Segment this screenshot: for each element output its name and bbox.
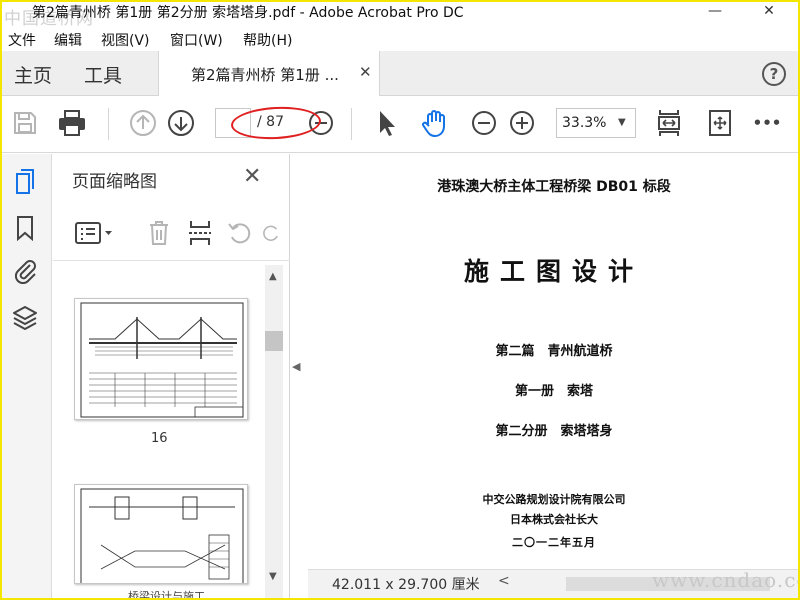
hand-tool-icon[interactable] [420, 108, 450, 138]
more-options-icon[interactable]: ••• [752, 108, 782, 138]
document-main-title: 施工图设计 [463, 257, 644, 286]
print-icon[interactable] [57, 108, 87, 138]
bookmark-icon[interactable] [11, 214, 39, 242]
menu-view[interactable]: 视图(V) [101, 30, 150, 50]
rotate-right-icon[interactable] [261, 218, 281, 248]
tab-bar: 主页 工具 第2篇青州桥 第1册 ... ✕ ? [0, 51, 800, 97]
layers-icon[interactable] [11, 303, 39, 331]
scrollbar-thumb[interactable] [265, 331, 283, 351]
thumbnail-options-icon[interactable] [73, 218, 115, 248]
document-org-2: 日本株式会社长大 [510, 513, 598, 526]
document-part: 第二篇 青州航道桥 [495, 344, 613, 359]
tab-tools[interactable]: 工具 [84, 61, 122, 88]
toolbar-divider [351, 108, 352, 140]
thumbnail-page-number: 16 [151, 431, 168, 446]
scroll-up-icon[interactable]: ▲ [269, 271, 277, 282]
document-subvolume: 第二分册 索塔塔身 [495, 424, 613, 439]
close-panel-icon[interactable]: ✕ [243, 164, 261, 189]
navigation-rail [0, 154, 52, 600]
page-thumbnail[interactable] [74, 484, 248, 584]
fit-width-icon[interactable] [654, 108, 684, 138]
document-view[interactable]: 港珠澳大桥主体工程桥梁 DB01 标段 施工图设计 第二篇 青州航道桥 第一册 … [308, 154, 800, 569]
thumbnails-panel: 页面缩略图 ✕ 16 ▲ ▼ [53, 154, 290, 600]
page-dimensions: 42.011 x 29.700 厘米 [332, 577, 480, 593]
rotate-icon[interactable] [225, 218, 255, 248]
document-org-1: 中交公路规划设计院有限公司 [482, 493, 626, 506]
scroll-down-icon[interactable]: ▼ [269, 571, 277, 582]
cropped-caption: 桥梁设计与施工 [128, 590, 205, 600]
menu-window[interactable]: 窗口(W) [170, 30, 223, 50]
tab-home[interactable]: 主页 [14, 61, 52, 88]
panel-toolbar [53, 206, 290, 258]
menu-file[interactable]: 文件 [8, 30, 36, 50]
attachment-icon[interactable] [11, 257, 39, 285]
zoom-value: 33.3% [562, 115, 607, 131]
document-volume: 第一册 索塔 [514, 384, 593, 399]
document-header: 港珠澳大桥主体工程桥梁 DB01 标段 [437, 179, 671, 195]
panel-title: 页面缩略图 [72, 172, 157, 192]
scroll-left-icon[interactable]: < [498, 573, 510, 589]
previous-page-icon[interactable] [128, 108, 158, 138]
close-tab-icon[interactable]: ✕ [359, 63, 372, 81]
window-title: 第2篇青州桥 第1册 第2分册 索塔塔身.pdf - Adobe Acrobat… [32, 5, 464, 21]
minimize-button[interactable]: — [700, 0, 730, 24]
delete-icon[interactable] [144, 218, 174, 248]
extract-pages-icon[interactable] [185, 218, 215, 248]
page-thumbnail[interactable] [74, 298, 248, 420]
toolbar-divider [108, 108, 109, 140]
next-page-icon[interactable] [166, 108, 196, 138]
close-window-button[interactable]: ✕ [754, 0, 784, 24]
full-screen-icon[interactable] [705, 108, 735, 138]
document-date: 二〇一二年五月 [512, 536, 596, 549]
page-thumbnails-icon[interactable] [11, 168, 39, 196]
menu-help[interactable]: 帮助(H) [243, 30, 292, 50]
site-watermark-url: www.cndao.com [652, 568, 800, 592]
chevron-down-icon: ▼ [618, 117, 626, 128]
title-bar: 中国道桥网 第2篇青州桥 第1册 第2分册 索塔塔身.pdf - Adobe A… [0, 0, 800, 29]
save-icon[interactable] [10, 108, 40, 138]
panel-divider [53, 260, 290, 261]
document-tab-label: 第2篇青州桥 第1册 ... [191, 66, 339, 84]
collapse-panel-icon[interactable]: ◀ [292, 360, 306, 373]
pdf-page: 港珠澳大桥主体工程桥梁 DB01 标段 施工图设计 第二篇 青州航道桥 第一册 … [308, 154, 800, 569]
zoom-out-icon[interactable] [469, 108, 499, 138]
main-toolbar: / 87 33.3% ▼ ••• [0, 96, 800, 153]
select-cursor-icon[interactable] [371, 108, 401, 138]
menu-bar: 文件 编辑 视图(V) 窗口(W) 帮助(H) [0, 27, 800, 51]
zoom-in-icon[interactable] [507, 108, 537, 138]
help-icon[interactable]: ? [762, 62, 786, 86]
menu-edit[interactable]: 编辑 [54, 30, 82, 50]
zoom-dropdown[interactable]: 33.3% ▼ [556, 108, 636, 138]
panel-scrollbar[interactable]: ▲ ▼ [265, 265, 283, 600]
tab-document[interactable]: 第2篇青州桥 第1册 ... ✕ [158, 51, 380, 97]
